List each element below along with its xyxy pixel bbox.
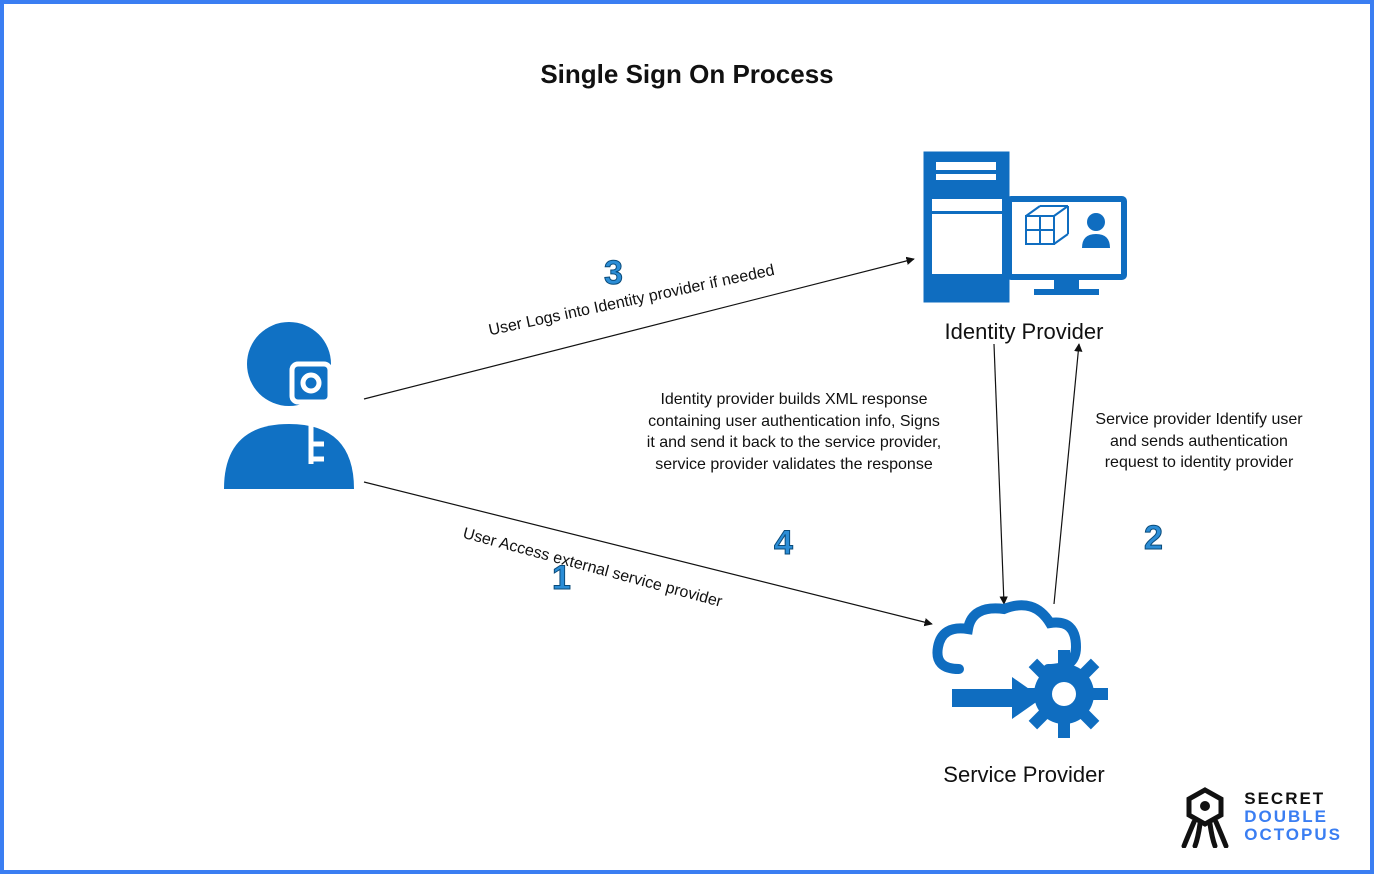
step-4-text: Identity provider builds XML response co… — [644, 389, 944, 475]
identity-provider-server-icon — [914, 144, 1134, 314]
brand-logo-line-2: DOUBLE — [1244, 808, 1342, 826]
brand-logo-line-1: SECRET — [1244, 790, 1342, 808]
brand-logo-line-3: OCTOPUS — [1244, 826, 1342, 844]
step-2-text: Service provider Identify user and sends… — [1089, 409, 1309, 474]
diagram-frame: Single Sign On Process — [0, 0, 1374, 874]
octopus-icon — [1178, 786, 1232, 848]
identity-provider-label: Identity Provider — [914, 319, 1134, 345]
step-3-number: 3 — [604, 254, 623, 293]
service-provider-label: Service Provider — [904, 762, 1144, 788]
step-4-number: 4 — [774, 524, 793, 563]
step-2-number: 2 — [1144, 519, 1163, 558]
user-key-icon — [204, 314, 374, 494]
brand-logo: SECRET DOUBLE OCTOPUS — [1178, 786, 1342, 848]
brand-logo-text: SECRET DOUBLE OCTOPUS — [1244, 790, 1342, 844]
step-1-number: 1 — [552, 559, 571, 598]
service-provider-cloud-icon — [924, 599, 1124, 759]
